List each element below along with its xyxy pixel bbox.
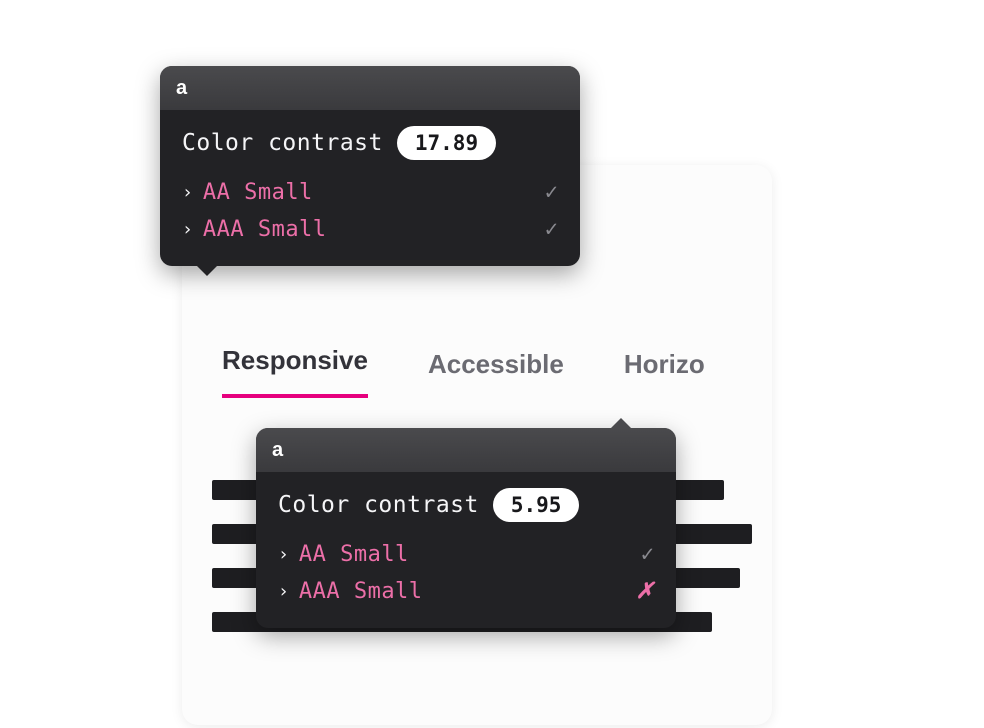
cross-icon: ✗ xyxy=(636,579,654,604)
tooltip-header: a xyxy=(256,428,676,472)
contrast-ratio-badge: 17.89 xyxy=(397,126,496,160)
text-sample-icon: a xyxy=(272,439,283,462)
contrast-tooltip-responsive: a Color contrast 17.89 › AA Small ✓ › AA… xyxy=(160,66,580,266)
tooltip-title-row: Color contrast 17.89 xyxy=(182,126,558,160)
chevron-right-icon: › xyxy=(182,182,193,203)
tooltip-title: Color contrast xyxy=(278,492,479,518)
check-icon: ✓ xyxy=(641,542,654,567)
tooltip-header: a xyxy=(160,66,580,110)
contrast-level-label: AAA Small xyxy=(299,579,423,604)
contrast-row-aa[interactable]: › AA Small ✓ xyxy=(278,536,654,573)
check-icon: ✓ xyxy=(545,217,558,242)
check-icon: ✓ xyxy=(545,180,558,205)
chevron-right-icon: › xyxy=(278,544,289,565)
contrast-level-label: AAA Small xyxy=(203,217,327,242)
tab-accessible[interactable]: Accessible xyxy=(428,349,564,398)
tooltip-body: Color contrast 17.89 › AA Small ✓ › AAA … xyxy=(160,110,580,266)
tab-responsive[interactable]: Responsive xyxy=(222,345,368,398)
contrast-tooltip-accessible: a Color contrast 5.95 › AA Small ✓ › AAA… xyxy=(256,428,676,628)
tooltip-body: Color contrast 5.95 › AA Small ✓ › AAA S… xyxy=(256,472,676,628)
tooltip-arrow-icon xyxy=(196,265,218,276)
contrast-level-label: AA Small xyxy=(299,542,409,567)
tooltip-title-row: Color contrast 5.95 xyxy=(278,488,654,522)
contrast-level-label: AA Small xyxy=(203,180,313,205)
contrast-ratio-badge: 5.95 xyxy=(493,488,580,522)
tab-horizontal[interactable]: Horizo xyxy=(624,349,705,398)
tooltip-arrow-icon xyxy=(610,418,632,429)
text-sample-icon: a xyxy=(176,77,187,100)
contrast-row-aa[interactable]: › AA Small ✓ xyxy=(182,174,558,211)
tooltip-title: Color contrast xyxy=(182,130,383,156)
contrast-row-aaa[interactable]: › AAA Small ✗ xyxy=(278,573,654,610)
chevron-right-icon: › xyxy=(182,219,193,240)
contrast-row-aaa[interactable]: › AAA Small ✓ xyxy=(182,211,558,248)
chevron-right-icon: › xyxy=(278,581,289,602)
